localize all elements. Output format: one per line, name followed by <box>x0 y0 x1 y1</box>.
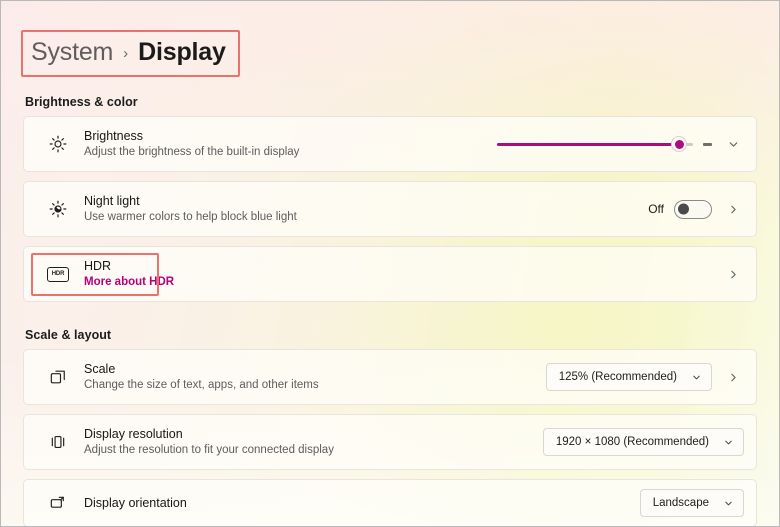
navigate-chevron-right-icon[interactable] <box>722 198 744 220</box>
display-orientation-title: Display orientation <box>84 496 187 510</box>
breadcrumb-system-link[interactable]: System <box>31 38 113 67</box>
hdr-icon: HDR <box>40 266 76 282</box>
display-resolution-title: Display resolution <box>84 427 183 441</box>
display-orientation-controls: Landscape <box>639 489 744 517</box>
brightness-subtitle: Adjust the brightness of the built-in di… <box>84 146 300 158</box>
settings-row-hdr[interactable]: HDR HDR More about HDR <box>23 246 757 302</box>
settings-row-display-resolution[interactable]: Display resolution Adjust the resolution… <box>23 414 757 470</box>
expand-chevron-down-icon[interactable] <box>722 133 744 155</box>
display-orientation-dropdown[interactable]: Landscape <box>639 489 744 517</box>
display-resolution-subtitle: Adjust the resolution to fit your connec… <box>84 444 334 456</box>
breadcrumb: System › Display <box>21 30 240 77</box>
display-resolution-controls: 1920 × 1080 (Recommended) <box>542 428 744 456</box>
settings-row-display-orientation[interactable]: Display orientation Landscape <box>23 479 757 526</box>
hdr-text: HDR More about HDR <box>76 258 722 290</box>
slider-thumb[interactable] <box>671 136 688 152</box>
section-heading-scale-layout: Scale & layout <box>25 328 112 342</box>
brightness-slider[interactable] <box>497 134 693 154</box>
brightness-icon <box>40 134 76 154</box>
display-resolution-dropdown[interactable]: 1920 × 1080 (Recommended) <box>542 428 744 456</box>
chevron-down-icon <box>723 498 734 511</box>
hdr-badge-glyph: HDR <box>47 266 69 282</box>
chevron-down-icon <box>723 437 734 450</box>
display-orientation-text: Display orientation <box>76 495 640 511</box>
page-title: Display <box>138 38 226 66</box>
slider-fill <box>497 142 680 146</box>
night-light-toggle[interactable] <box>674 199 712 219</box>
display-orientation-dropdown-value: Landscape <box>652 497 709 509</box>
settings-content: System › Display Brightness & color Brig… <box>1 1 779 526</box>
section-heading-brightness-color: Brightness & color <box>25 95 138 109</box>
settings-row-brightness[interactable]: Brightness Adjust the brightness of the … <box>23 116 757 172</box>
display-resolution-icon <box>40 432 76 452</box>
brightness-controls <box>497 133 744 155</box>
display-resolution-dropdown-value: 1920 × 1080 (Recommended) <box>555 436 709 448</box>
night-light-subtitle: Use warmer colors to help block blue lig… <box>84 211 297 223</box>
display-orientation-icon <box>40 493 76 513</box>
brightness-text: Brightness Adjust the brightness of the … <box>76 128 497 160</box>
chevron-right-icon: › <box>123 45 129 62</box>
scale-icon <box>40 367 76 387</box>
navigate-chevron-right-icon[interactable] <box>722 366 744 388</box>
settings-row-scale[interactable]: Scale Change the size of text, apps, and… <box>23 349 757 405</box>
hdr-more-link[interactable]: More about HDR <box>84 275 722 290</box>
chevron-down-icon <box>691 372 702 385</box>
scale-dropdown[interactable]: 125% (Recommended) <box>545 363 712 391</box>
settings-row-night-light[interactable]: Night light Use warmer colors to help bl… <box>23 181 757 237</box>
scale-dropdown-value: 125% (Recommended) <box>558 371 677 383</box>
night-light-title: Night light <box>84 194 140 208</box>
night-light-toggle-state: Off <box>648 202 664 216</box>
scale-title: Scale <box>84 362 116 376</box>
slider-end-marker <box>703 142 712 146</box>
hdr-controls <box>722 263 744 285</box>
settings-window: System › Display Brightness & color Brig… <box>0 0 780 527</box>
night-light-text: Night light Use warmer colors to help bl… <box>76 193 648 225</box>
scale-controls: 125% (Recommended) <box>545 363 744 391</box>
hdr-title: HDR <box>84 259 112 273</box>
navigate-chevron-right-icon[interactable] <box>722 263 744 285</box>
scale-subtitle: Change the size of text, apps, and other… <box>84 379 319 391</box>
display-resolution-text: Display resolution Adjust the resolution… <box>76 426 543 458</box>
scale-text: Scale Change the size of text, apps, and… <box>76 361 546 393</box>
toggle-knob <box>678 203 689 215</box>
night-light-icon <box>40 199 76 219</box>
night-light-controls: Off <box>648 198 744 220</box>
brightness-title: Brightness <box>84 129 144 143</box>
